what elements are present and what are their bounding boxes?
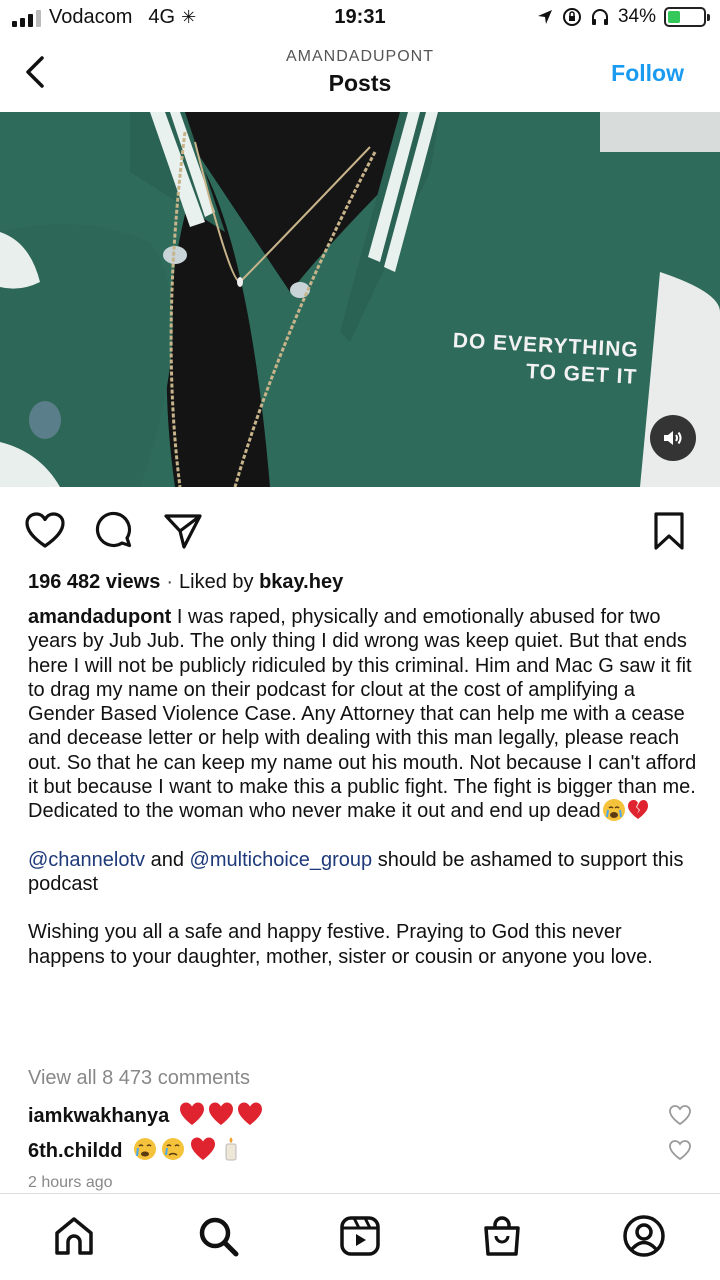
view-count[interactable]: 196 482 views (28, 571, 160, 593)
headphones-icon (591, 9, 608, 25)
volume-button[interactable] (650, 415, 696, 461)
like-heart-icon[interactable] (24, 510, 66, 552)
share-send-icon[interactable] (162, 510, 204, 552)
crying-face-emoji-icon (602, 799, 625, 822)
view-all-comments-link[interactable]: View all 8 473 comments (28, 1067, 250, 1090)
tab-search[interactable] (194, 1212, 242, 1260)
comment-like-heart-icon[interactable] (668, 1138, 692, 1162)
tab-profile[interactable] (620, 1212, 668, 1260)
video-frame (0, 112, 720, 487)
caption-username[interactable]: amandadupont (28, 606, 171, 628)
views-and-likes: 196 482 views · Liked by bkay.hey (28, 571, 344, 593)
status-bar: Vodacom 4G ✳ 19:31 34% (0, 0, 720, 38)
shop-bag-icon (484, 1216, 520, 1256)
comment-like-heart-icon[interactable] (668, 1103, 692, 1127)
location-arrow-icon (537, 10, 552, 24)
comment-bubble-icon[interactable] (94, 510, 136, 552)
post-timestamp: 2 hours ago (28, 1174, 113, 1191)
caption-text: I was raped, physically and emotionally … (28, 606, 697, 823)
post-video[interactable]: DO EVERYTHING TO GET IT (0, 112, 720, 487)
liked-by-user[interactable]: bkay.hey (259, 571, 343, 593)
bottom-tab-bar (0, 1193, 720, 1280)
tab-shop[interactable] (478, 1212, 526, 1260)
battery-icon (664, 7, 710, 27)
comment-row: 6th.childd (28, 1136, 692, 1166)
post-actions (0, 506, 720, 556)
follow-button[interactable]: Follow (611, 60, 684, 87)
nav-header: AMANDADUPONT Posts Follow (0, 38, 720, 110)
save-bookmark-icon[interactable] (648, 510, 690, 552)
comment-username[interactable]: 6th.childd (28, 1140, 122, 1162)
post-caption: amandadupont I was raped, physically and… (28, 605, 698, 993)
home-icon (55, 1217, 93, 1255)
search-icon (199, 1217, 239, 1257)
mention-channelotv[interactable]: @channelotv (28, 849, 145, 871)
speaker-on-icon (664, 431, 682, 445)
profile-icon (623, 1215, 665, 1257)
comment-username[interactable]: iamkwakhanya (28, 1105, 169, 1127)
mention-multichoice-group[interactable]: @multichoice_group (190, 849, 373, 871)
tab-home[interactable] (50, 1212, 98, 1260)
jacket-print: DO EVERYTHING TO GET IT (452, 329, 640, 389)
liked-by-prefix: Liked by (179, 571, 254, 593)
red-hearts-emoji-icon (179, 1101, 265, 1133)
broken-heart-emoji-icon (627, 799, 649, 821)
tab-reels[interactable] (336, 1212, 384, 1260)
crying-hearts-candle-emoji-icon (132, 1136, 262, 1168)
orientation-lock-icon (562, 8, 581, 26)
comment-row: iamkwakhanya (28, 1101, 692, 1131)
battery-percent: 34% (617, 6, 656, 27)
caption-paragraph-3: Wishing you all a safe and happy festive… (28, 921, 653, 968)
reels-icon (340, 1216, 380, 1256)
mention-and: and (150, 848, 184, 871)
